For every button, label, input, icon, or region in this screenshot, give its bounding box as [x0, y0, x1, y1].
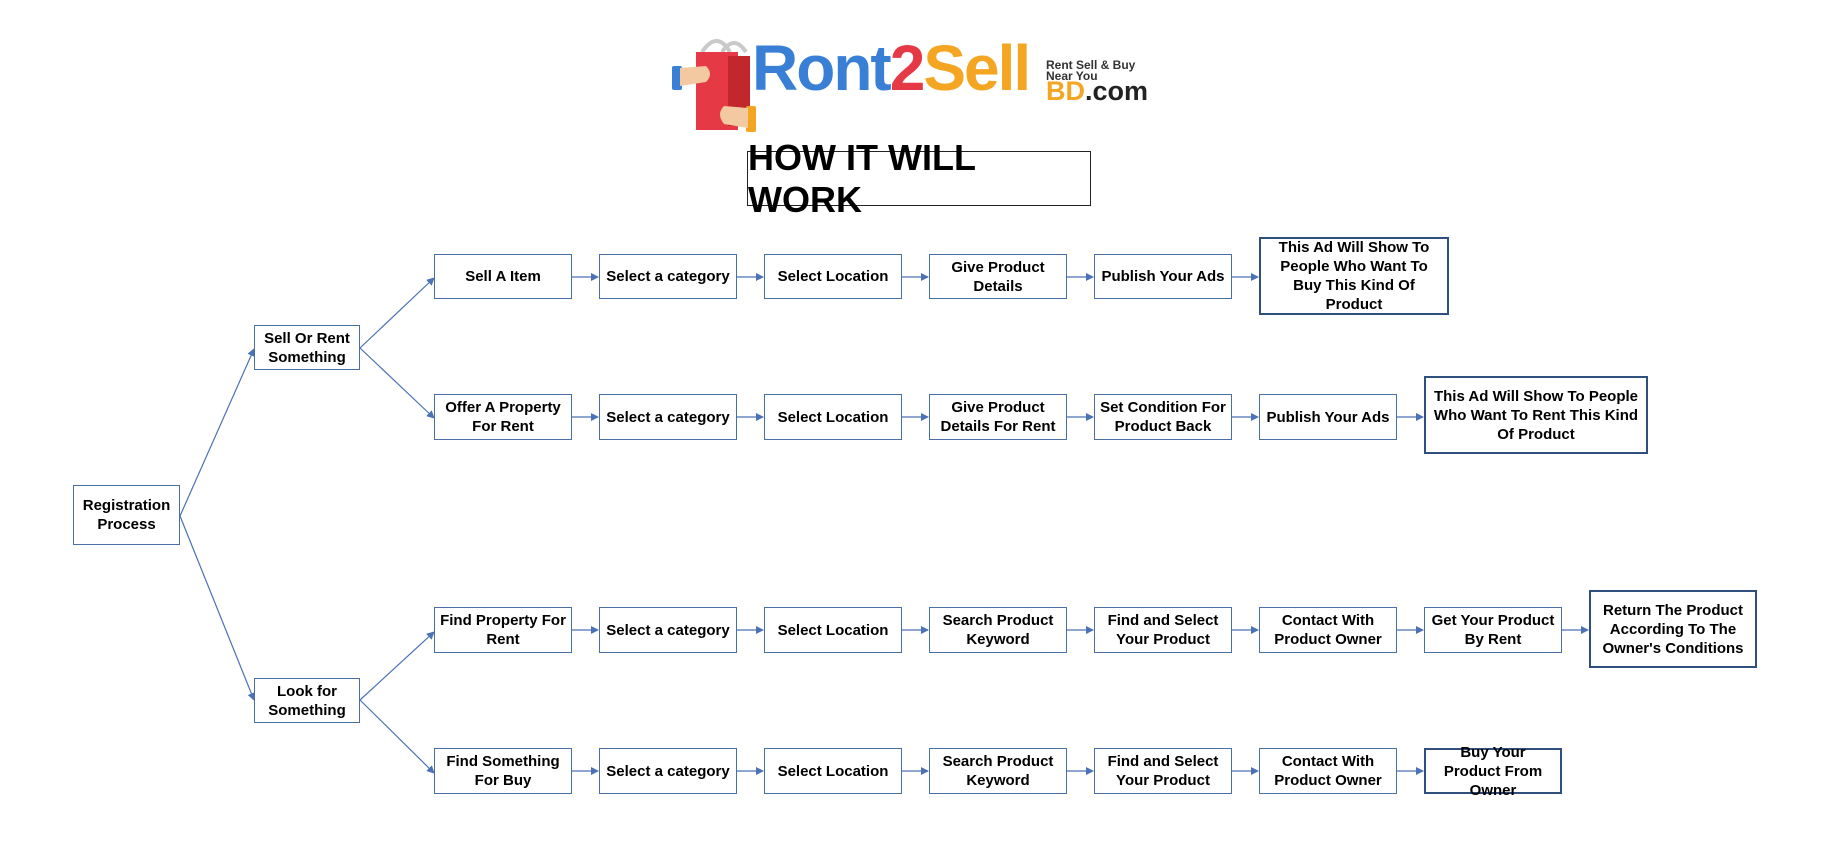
node-row3-step: Contact With Product Owner [1259, 607, 1397, 653]
node-row1-step: Select a category [599, 254, 737, 299]
node-row3-step: Select a category [599, 607, 737, 653]
node-row1-result: This Ad Will Show To People Who Want To … [1259, 237, 1449, 315]
node-row2-step: Give Product Details For Rent [929, 394, 1067, 440]
node-row2-step: Offer A Property For Rent [434, 394, 572, 440]
node-sell-or-rent: Sell Or Rent Something [254, 325, 360, 370]
node-look-for-something: Look for Something [254, 678, 360, 723]
node-row3-step: Search Product Keyword [929, 607, 1067, 653]
node-row4-step: Select Location [764, 748, 902, 794]
node-row3-step: Get Your Product By Rent [1424, 607, 1562, 653]
node-row1-step: Give Product Details [929, 254, 1067, 299]
node-row3-step: Select Location [764, 607, 902, 653]
node-registration-process: Registration Process [73, 485, 180, 545]
node-row4-step: Find Something For Buy [434, 748, 572, 794]
node-row3-result: Return The Product According To The Owne… [1589, 590, 1757, 668]
node-row2-step: Publish Your Ads [1259, 394, 1397, 440]
node-row1-step: Sell A Item [434, 254, 572, 299]
node-row2-result: This Ad Will Show To People Who Want To … [1424, 376, 1648, 454]
node-row1-step: Publish Your Ads [1094, 254, 1232, 299]
node-row3-step: Find Property For Rent [434, 607, 572, 653]
node-row3-step: Find and Select Your Product [1094, 607, 1232, 653]
node-row4-step: Search Product Keyword [929, 748, 1067, 794]
node-row2-step: Select Location [764, 394, 902, 440]
node-row4-step: Contact With Product Owner [1259, 748, 1397, 794]
node-row1-step: Select Location [764, 254, 902, 299]
node-row4-step: Find and Select Your Product [1094, 748, 1232, 794]
node-row4-step: Select a category [599, 748, 737, 794]
node-row2-step: Select a category [599, 394, 737, 440]
node-row2-step: Set Condition For Product Back [1094, 394, 1232, 440]
node-row4-result: Buy Your Product From Owner [1424, 744, 1562, 799]
